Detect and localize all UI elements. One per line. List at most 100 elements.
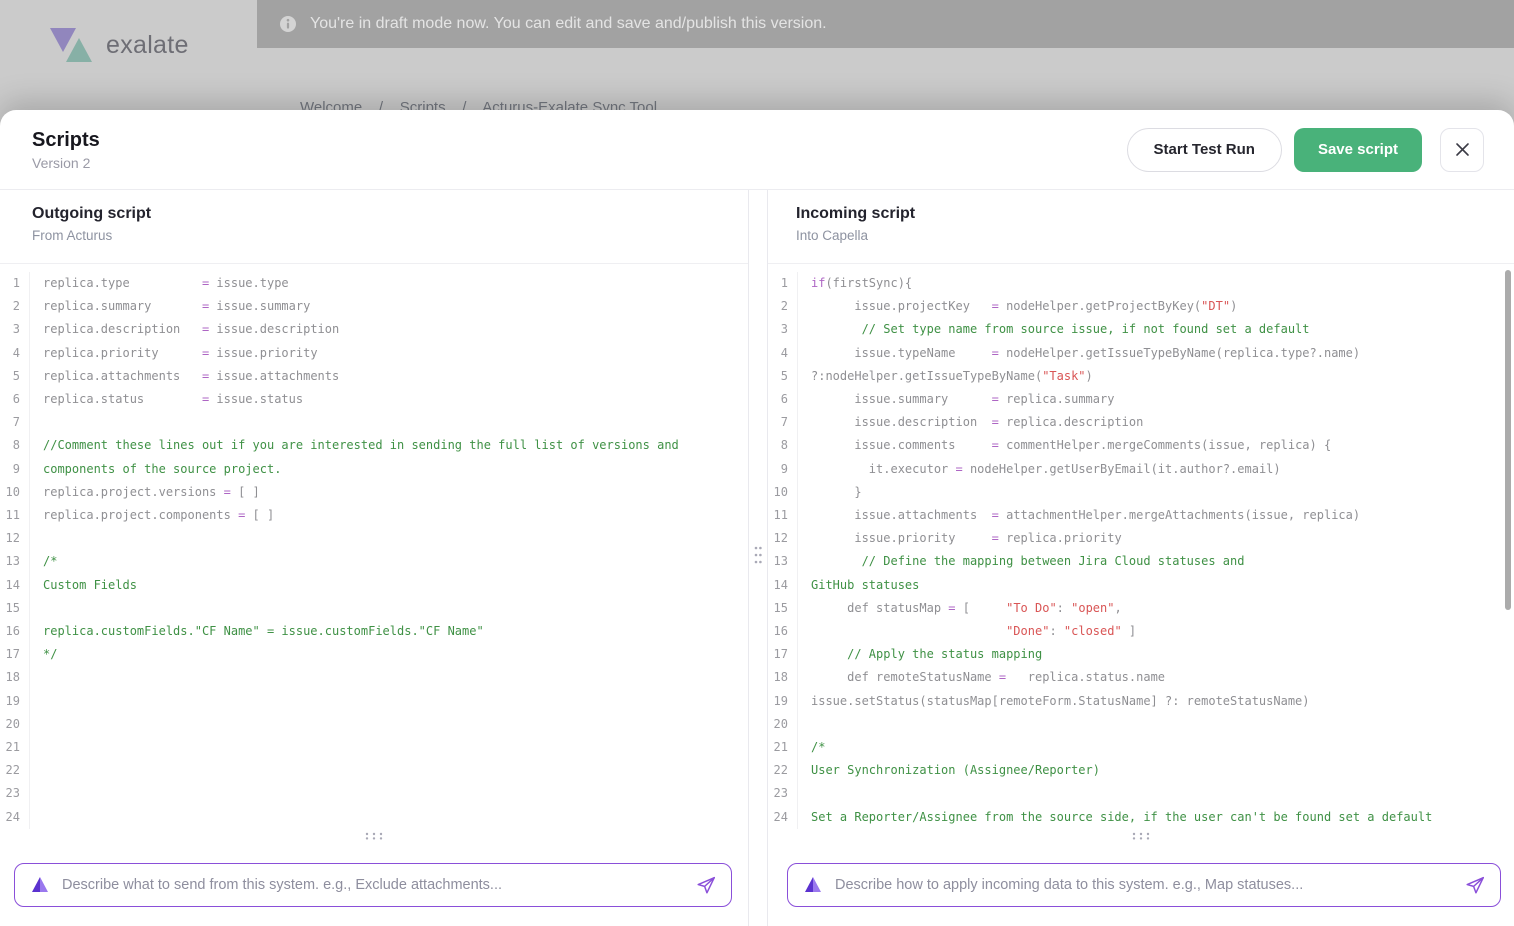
code-line[interactable]: 11replica.project.components = [ ] xyxy=(0,504,748,527)
code-line[interactable]: 22User Synchronization (Assignee/Reporte… xyxy=(768,759,1514,782)
line-number: 4 xyxy=(768,342,798,365)
line-number: 13 xyxy=(0,550,30,573)
code-line[interactable]: 5replica.attachments = issue.attachments xyxy=(0,365,748,388)
code-line[interactable]: 20 xyxy=(768,713,1514,736)
code-line[interactable]: 12 issue.priority = replica.priority xyxy=(768,527,1514,550)
incoming-title: Incoming script xyxy=(796,205,1514,223)
ai-prompt-input-outgoing[interactable] xyxy=(62,877,683,893)
line-number: 19 xyxy=(768,690,798,713)
code-line[interactable]: 4replica.priority = issue.priority xyxy=(0,342,748,365)
code-line[interactable]: 13 // Define the mapping between Jira Cl… xyxy=(768,550,1514,573)
panel-resize-handle[interactable] xyxy=(753,545,763,565)
modal-header: Scripts Version 2 Start Test Run Save sc… xyxy=(0,110,1514,190)
code-line[interactable]: 1if(firstSync){ xyxy=(768,272,1514,295)
code-line[interactable]: 19issue.setStatus(statusMap[remoteForm.S… xyxy=(768,690,1514,713)
line-number: 15 xyxy=(0,597,30,620)
code-text: issue.attachments = attachmentHelper.mer… xyxy=(798,504,1360,527)
code-line[interactable]: 23 xyxy=(0,782,748,805)
send-icon[interactable] xyxy=(1464,874,1486,896)
code-line[interactable]: 13/* xyxy=(0,550,748,573)
code-text: components of the source project. xyxy=(30,458,281,481)
ai-prompt-input-incoming[interactable] xyxy=(835,877,1452,893)
code-text xyxy=(798,782,811,805)
modal-title: Scripts xyxy=(32,129,100,152)
code-text: it.executor = nodeHelper.getUserByEmail(… xyxy=(798,458,1281,481)
incoming-script-editor[interactable]: 1if(firstSync){2 issue.projectKey = node… xyxy=(768,264,1514,829)
code-text: issue.typeName = nodeHelper.getIssueType… xyxy=(798,342,1360,365)
code-text xyxy=(30,527,43,550)
code-line[interactable]: 20 xyxy=(0,713,748,736)
code-line[interactable]: 10 } xyxy=(768,481,1514,504)
code-line[interactable]: 6replica.status = issue.status xyxy=(0,388,748,411)
banner-text: You're in draft mode now. You can edit a… xyxy=(310,15,827,33)
draft-mode-banner: You're in draft mode now. You can edit a… xyxy=(257,0,1514,48)
editor-resize-handle[interactable] xyxy=(364,831,384,841)
code-text: // Define the mapping between Jira Cloud… xyxy=(798,550,1244,573)
code-line[interactable]: 8//Comment these lines out if you are in… xyxy=(0,434,748,457)
code-line[interactable]: 5?:nodeHelper.getIssueTypeByName("Task") xyxy=(768,365,1514,388)
code-line[interactable]: 18 xyxy=(0,666,748,689)
code-line[interactable]: 9components of the source project. xyxy=(0,458,748,481)
outgoing-script-editor[interactable]: 1replica.type = issue.type2replica.summa… xyxy=(0,264,748,829)
code-text xyxy=(30,713,43,736)
line-number: 23 xyxy=(0,782,30,805)
code-line[interactable]: 2 issue.projectKey = nodeHelper.getProje… xyxy=(768,295,1514,318)
code-text: */ xyxy=(30,643,57,666)
line-number: 9 xyxy=(768,458,798,481)
code-line[interactable]: 23 xyxy=(768,782,1514,805)
editor-resize-handle[interactable] xyxy=(1131,831,1151,841)
code-line[interactable]: 4 issue.typeName = nodeHelper.getIssueTy… xyxy=(768,342,1514,365)
code-text: replica.status = issue.status xyxy=(30,388,303,411)
code-text xyxy=(30,666,43,689)
code-line[interactable]: 9 it.executor = nodeHelper.getUserByEmai… xyxy=(768,458,1514,481)
code-line[interactable]: 19 xyxy=(0,690,748,713)
code-line[interactable]: 15 def statusMap = [ "To Do": "open", xyxy=(768,597,1514,620)
panel-divider xyxy=(748,190,768,926)
code-line[interactable]: 22 xyxy=(0,759,748,782)
line-number: 14 xyxy=(0,574,30,597)
code-text: replica.priority = issue.priority xyxy=(30,342,318,365)
code-line[interactable]: 1replica.type = issue.type xyxy=(0,272,748,295)
start-test-run-button[interactable]: Start Test Run xyxy=(1127,128,1282,172)
code-line[interactable]: 7 issue.description = replica.descriptio… xyxy=(768,411,1514,434)
exalate-logo-text: exalate xyxy=(106,31,189,60)
ai-prompt-outgoing xyxy=(14,863,732,907)
modal-version: Version 2 xyxy=(32,155,100,171)
code-line[interactable]: 21 xyxy=(0,736,748,759)
line-number: 3 xyxy=(768,318,798,341)
code-line[interactable]: 2replica.summary = issue.summary xyxy=(0,295,748,318)
incoming-prompt-row xyxy=(768,843,1514,926)
code-line[interactable]: 7 xyxy=(0,411,748,434)
line-number: 20 xyxy=(768,713,798,736)
code-line[interactable]: 6 issue.summary = replica.summary xyxy=(768,388,1514,411)
code-line[interactable]: 3replica.description = issue.description xyxy=(0,318,748,341)
code-line[interactable]: 8 issue.comments = commentHelper.mergeCo… xyxy=(768,434,1514,457)
code-line[interactable]: 16 "Done": "closed" ] xyxy=(768,620,1514,643)
code-line[interactable]: 24Set a Reporter/Assignee from the sourc… xyxy=(768,806,1514,829)
scrollbar-thumb[interactable] xyxy=(1505,270,1511,610)
save-script-button[interactable]: Save script xyxy=(1294,128,1422,172)
code-line[interactable]: 10replica.project.versions = [ ] xyxy=(0,481,748,504)
modal-title-block: Scripts Version 2 xyxy=(32,129,100,171)
code-text: /* xyxy=(30,550,57,573)
ai-prompt-incoming xyxy=(787,863,1501,907)
line-number: 8 xyxy=(768,434,798,457)
code-text: replica.project.components = [ ] xyxy=(30,504,274,527)
code-line[interactable]: 15 xyxy=(0,597,748,620)
code-line[interactable]: 24 xyxy=(0,806,748,829)
code-line[interactable]: 16replica.customFields."CF Name" = issue… xyxy=(0,620,748,643)
send-icon[interactable] xyxy=(695,874,717,896)
code-text xyxy=(30,411,43,434)
line-number: 4 xyxy=(0,342,30,365)
outgoing-resize-row xyxy=(0,829,748,843)
code-line[interactable]: 14Custom Fields xyxy=(0,574,748,597)
code-line[interactable]: 21/* xyxy=(768,736,1514,759)
code-line[interactable]: 18 def remoteStatusName = replica.status… xyxy=(768,666,1514,689)
code-line[interactable]: 14GitHub statuses xyxy=(768,574,1514,597)
code-line[interactable]: 11 issue.attachments = attachmentHelper.… xyxy=(768,504,1514,527)
code-line[interactable]: 17 // Apply the status mapping xyxy=(768,643,1514,666)
code-line[interactable]: 17*/ xyxy=(0,643,748,666)
close-button[interactable] xyxy=(1440,128,1484,172)
code-line[interactable]: 3 // Set type name from source issue, if… xyxy=(768,318,1514,341)
code-line[interactable]: 12 xyxy=(0,527,748,550)
